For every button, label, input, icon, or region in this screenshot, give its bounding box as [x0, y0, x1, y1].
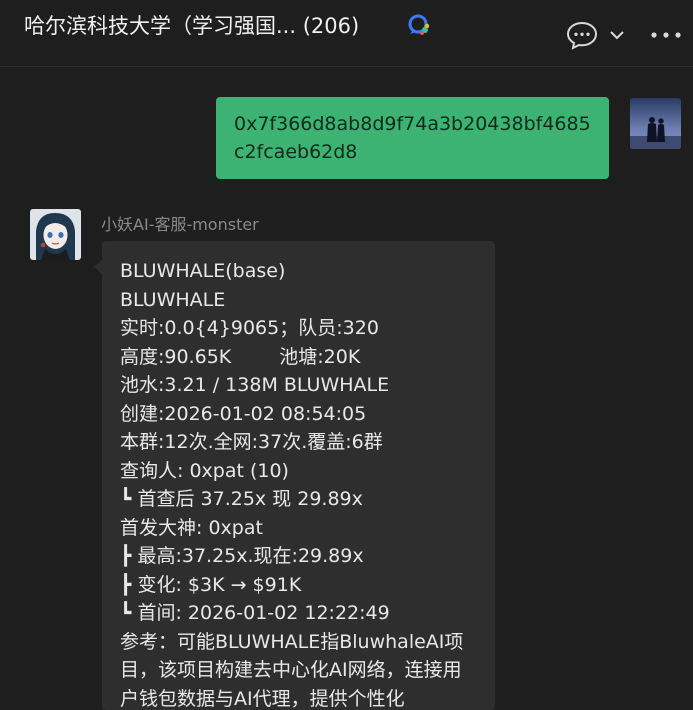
message-line: BLUWHALE(base)	[120, 260, 286, 282]
height-value: 高度:90.65K	[120, 345, 232, 368]
chat-header: 哈尔滨科技大学（学习强国... (206)	[0, 0, 693, 67]
message-line: BLUWHALE	[120, 288, 226, 311]
chevron-down-icon[interactable]	[608, 26, 626, 44]
message-line: ┣ 最高:37.25x.现在:29.89x	[120, 545, 364, 567]
bot-avatar-image	[30, 209, 81, 260]
message-line: ┗ 首间: 2026-01-02 12:22:49	[120, 602, 390, 624]
message-line-height-pool: 高度:90.65K 池塘:20K	[120, 343, 479, 372]
bubble-tail	[94, 260, 102, 274]
outgoing-message[interactable]: 0x7f366d8ab8d9f74a3b20438bf4685c2fcaeb62…	[216, 97, 609, 179]
message-line: 池水:3.21 / 138M BLUWHALE	[120, 374, 390, 396]
message-paragraph: 参考：可能BLUWHALE指BluwhaleAI项目，该项目构建去中心化AI网络…	[120, 630, 464, 710]
message-line: 创建:2026-01-02 08:54:05	[120, 402, 367, 425]
bot-avatar[interactable]	[30, 209, 81, 260]
brand-chat-icon	[408, 14, 430, 35]
message-line: 首发大神: 0xpat	[120, 516, 263, 539]
group-title[interactable]: 哈尔滨科技大学（学习强国... (206)	[24, 10, 359, 40]
chat-bubble-icon[interactable]	[566, 20, 598, 50]
message-line: 实时:0.0{4}9065；队员:320	[120, 317, 379, 339]
message-line: 查询人: 0xpat (10)	[120, 459, 289, 482]
incoming-message[interactable]: BLUWHALE(base) BLUWHALE 实时:0.0{4}9065；队员…	[102, 241, 495, 710]
outgoing-message-text: 0x7f366d8ab8d9f74a3b20438bf4685c2fcaeb62…	[234, 113, 591, 163]
self-avatar-image	[630, 98, 681, 149]
sender-name: 小妖AI-客服-monster	[101, 215, 259, 234]
message-line: ┣ 变化: $3K → $91K	[120, 573, 302, 596]
more-dots-icon[interactable]	[650, 26, 682, 44]
pool-value: 池塘:20K	[279, 345, 361, 368]
message-line: 本群:12次.全网:37次.覆盖:6群	[120, 431, 383, 453]
self-avatar[interactable]	[630, 98, 681, 149]
message-line: ┗ 首查后 37.25x 现 29.89x	[120, 488, 363, 510]
